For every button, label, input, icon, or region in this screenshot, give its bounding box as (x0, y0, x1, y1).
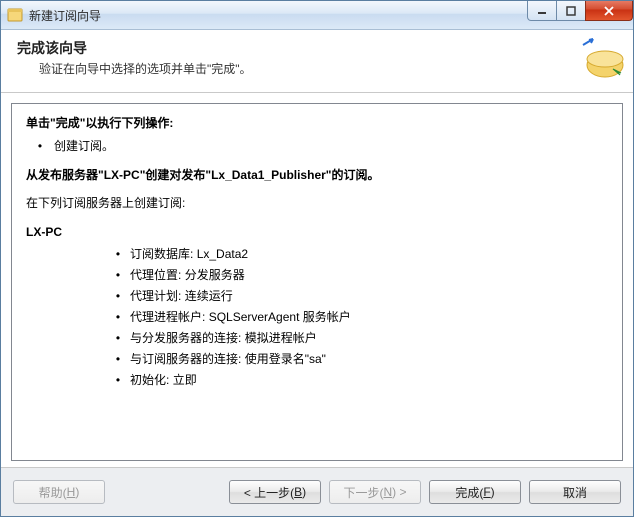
bullet-icon: • (106, 307, 130, 328)
detail-row: •代理进程帐户: SQLServerAgent 服务帐户 (106, 307, 608, 328)
button-label-tail: ) > (392, 485, 406, 499)
button-label-tail: ) (491, 485, 495, 499)
button-hotkey: H (67, 485, 76, 499)
button-label: 下一步( (343, 484, 383, 501)
cancel-button[interactable]: 取消 (529, 480, 621, 504)
detail-label: 与订阅服务器的连接: (130, 349, 241, 370)
bullet-icon: • (26, 135, 54, 158)
button-label-tail: ) (75, 485, 79, 499)
bullet-icon: • (106, 265, 130, 286)
bullet-icon: • (106, 328, 130, 349)
button-label: 完成( (455, 484, 483, 501)
button-label: < 上一步( (244, 484, 294, 501)
detail-value: 使用登录名"sa" (245, 349, 326, 370)
servers-intro: 在下列订阅服务器上创建订阅: (26, 192, 608, 215)
action-item: • 创建订阅。 (26, 135, 608, 158)
wizard-footer: 帮助(H) < 上一步(B) 下一步(N) > 完成(F) 取消 (1, 467, 633, 516)
detail-row: •与分发服务器的连接: 模拟进程帐户 (106, 328, 608, 349)
button-label-tail: ) (302, 485, 306, 499)
detail-value: 连续运行 (185, 286, 233, 307)
server-name: LX-PC (26, 221, 608, 244)
wizard-window: 新建订阅向导 完成该向导 验证在向导中选择的选项并单击"完成"。 (0, 0, 634, 517)
detail-value: SQLServerAgent 服务帐户 (209, 307, 351, 328)
button-hotkey: F (483, 485, 490, 499)
detail-row: •代理位置: 分发服务器 (106, 265, 608, 286)
detail-label: 与分发服务器的连接: (130, 328, 241, 349)
bullet-icon: • (106, 370, 130, 391)
page-title: 完成该向导 (17, 38, 573, 58)
detail-label: 初始化: (130, 370, 169, 391)
detail-row: •初始化: 立即 (106, 370, 608, 391)
button-label: 取消 (563, 484, 587, 501)
button-hotkey: B (294, 485, 302, 499)
minimize-button[interactable] (527, 1, 557, 21)
bullet-icon: • (106, 349, 130, 370)
detail-label: 订阅数据库: (130, 244, 193, 265)
bullet-icon: • (106, 244, 130, 265)
back-button[interactable]: < 上一步(B) (229, 480, 321, 504)
content-wrap: 单击"完成"以执行下列操作: • 创建订阅。 从发布服务器"LX-PC"创建对发… (1, 93, 633, 467)
detail-label: 代理计划: (130, 286, 181, 307)
button-hotkey: N (383, 485, 392, 499)
finish-button[interactable]: 完成(F) (429, 480, 521, 504)
subscription-details: •订阅数据库: Lx_Data2 •代理位置: 分发服务器 •代理计划: 连续运… (26, 244, 608, 391)
detail-label: 代理进程帐户: (130, 307, 205, 328)
help-button[interactable]: 帮助(H) (13, 480, 105, 504)
detail-row: •与订阅服务器的连接: 使用登录名"sa" (106, 349, 608, 370)
detail-value: 分发服务器 (185, 265, 245, 286)
action-text: 创建订阅。 (54, 135, 114, 158)
detail-value: Lx_Data2 (197, 244, 248, 265)
summary-panel[interactable]: 单击"完成"以执行下列操作: • 创建订阅。 从发布服务器"LX-PC"创建对发… (11, 103, 623, 461)
detail-label: 代理位置: (130, 265, 181, 286)
detail-row: •代理计划: 连续运行 (106, 286, 608, 307)
window-title: 新建订阅向导 (29, 7, 101, 24)
wizard-header: 完成该向导 验证在向导中选择的选项并单击"完成"。 (1, 30, 633, 93)
next-button: 下一步(N) > (329, 480, 421, 504)
detail-row: •订阅数据库: Lx_Data2 (106, 244, 608, 265)
header-text: 完成该向导 验证在向导中选择的选项并单击"完成"。 (1, 30, 573, 92)
button-label: 帮助( (39, 484, 67, 501)
execute-heading: 单击"完成"以执行下列操作: (26, 112, 608, 135)
page-subtitle: 验证在向导中选择的选项并单击"完成"。 (39, 60, 573, 77)
wizard-icon (573, 30, 633, 92)
app-icon (7, 7, 23, 23)
detail-value: 模拟进程帐户 (245, 328, 317, 349)
maximize-button[interactable] (556, 1, 586, 21)
close-button[interactable] (585, 1, 633, 21)
titlebar: 新建订阅向导 (1, 1, 633, 30)
from-publisher-line: 从发布服务器"LX-PC"创建对发布"Lx_Data1_Publisher"的订… (26, 164, 608, 187)
window-controls (528, 1, 633, 21)
bullet-icon: • (106, 286, 130, 307)
detail-value: 立即 (173, 370, 197, 391)
